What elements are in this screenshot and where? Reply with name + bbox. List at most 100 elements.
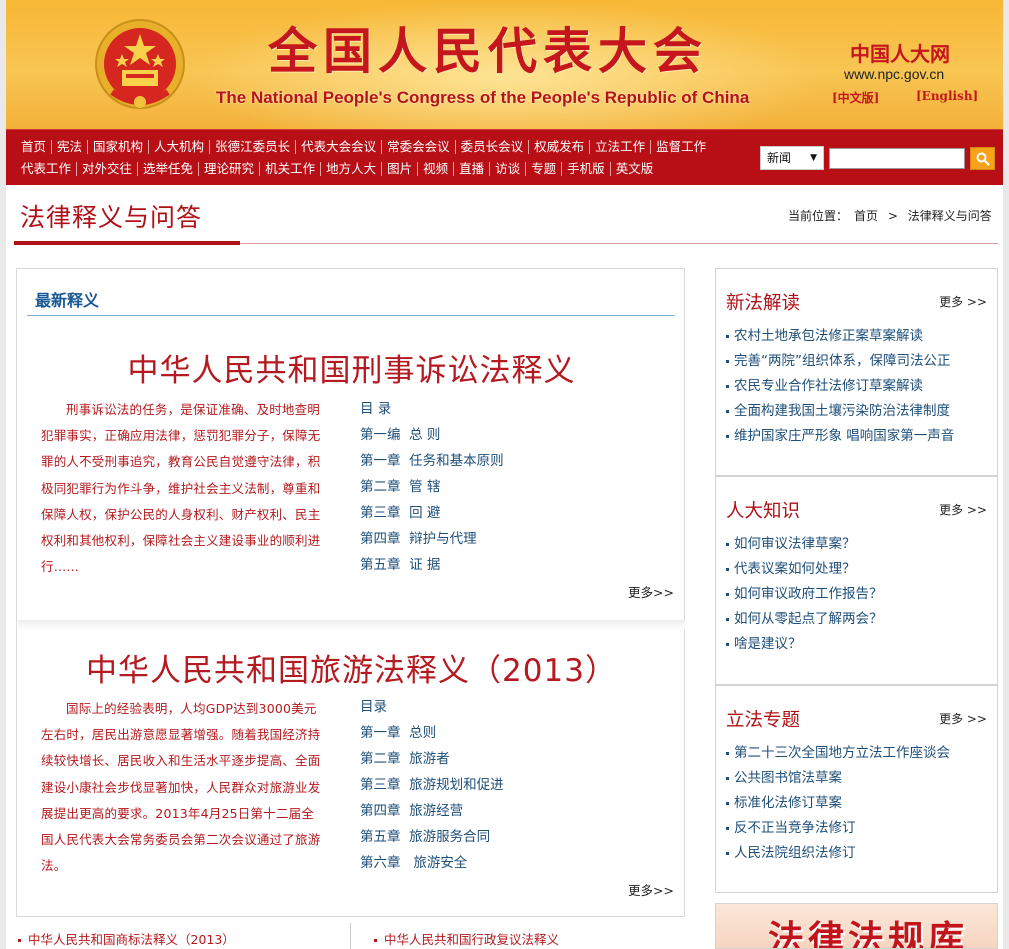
nav-item[interactable]: 宪法 <box>51 140 87 154</box>
bullet-icon <box>726 542 729 546</box>
nav-item[interactable]: 代表工作 <box>16 162 76 176</box>
sidebar-list-item[interactable]: 啥是建议？ <box>726 632 991 657</box>
npc-url[interactable]: www.npc.gov.cn <box>844 66 944 82</box>
search-category-select[interactable]: 新闻 ▼ <box>760 146 824 170</box>
nav-row-2: 代表工作 对外交往 选举任免 理论研究 机关工作 地方人大 图片 视频 直播 访谈 专题 手机版 英文版 <box>16 162 658 176</box>
nav-item[interactable]: 国家机构 <box>87 140 148 154</box>
toc-item[interactable]: 第四章 辩护与代理 <box>360 526 660 552</box>
nav-item[interactable]: 权威发布 <box>528 140 589 154</box>
more-link[interactable]: 更多>> <box>628 880 674 899</box>
nav-item[interactable]: 委员长会议 <box>454 140 529 154</box>
list-item[interactable]: 中华人民共和国行政复议法释义 <box>374 929 559 948</box>
sidebar-list-label: 维护国家庄严形象 唱响国家第一声音 <box>734 428 955 444</box>
nav-item[interactable]: 代表大会会议 <box>295 140 381 154</box>
toc-item[interactable]: 第五章 证 据 <box>360 552 660 578</box>
list-item-label: 中华人民共和国商标法释义（2013） <box>28 932 235 947</box>
nav-item[interactable]: 对外交往 <box>76 162 137 176</box>
sidebar-list: 农村土地承包法修正案草案解读 完善“两院”组织体系，保障司法公正 农民专业合作社… <box>726 324 991 449</box>
nav-item[interactable]: 首页 <box>16 140 51 154</box>
search-button[interactable] <box>970 147 995 170</box>
sidebar-list-item[interactable]: 维护国家庄严形象 唱响国家第一声音 <box>726 424 991 449</box>
sidebar-list: 如何审议法律草案？ 代表议案如何处理？ 如何审议政府工作报告？ 如何从零起点了解… <box>726 532 991 657</box>
nav-item[interactable]: 人大机构 <box>148 140 209 154</box>
list-item[interactable]: 中华人民共和国商标法释义（2013） <box>18 929 235 948</box>
law-title[interactable]: 中华人民共和国旅游法释义（2013） <box>17 645 686 690</box>
sidebar-list-label: 完善“两院”组织体系，保障司法公正 <box>734 353 951 369</box>
sidebar-list-item[interactable]: 农村土地承包法修正案草案解读 <box>726 324 991 349</box>
nav-item[interactable]: 地方人大 <box>320 162 381 176</box>
sidebar-list-item[interactable]: 人民法院组织法修订 <box>726 841 991 866</box>
toc-item[interactable]: 第二章 管 辖 <box>360 474 660 500</box>
more-link[interactable]: 更多>> <box>628 582 674 601</box>
bottom-law-list: 中华人民共和国商标法释义（2013） 中华人民共和国行政复议法释义 <box>16 923 685 949</box>
law-intro: 国际上的经验表明，人均GDP达到3000美元左右时，居民出游意愿显著增强。随着我… <box>41 701 321 874</box>
toc-item[interactable]: 第一编 总 则 <box>360 422 660 448</box>
bullet-icon <box>18 939 21 942</box>
site-header: 全国人民代表大会 The National People's Congress … <box>6 0 1003 129</box>
nav-item[interactable]: 立法工作 <box>589 140 650 154</box>
law-separator <box>18 620 685 630</box>
sidebar-list-item[interactable]: 如何审议法律草案？ <box>726 532 991 557</box>
toc-item[interactable]: 第六章 旅游安全 <box>360 850 660 876</box>
nav-item[interactable]: 图片 <box>381 162 417 176</box>
law-toc: 目录 第一章 总则 第二章 旅游者 第三章 旅游规划和促进 第四章 旅游经营 第… <box>360 694 660 876</box>
sidebar-box-title: 人大知识 <box>726 501 801 522</box>
nav-item[interactable]: 视频 <box>417 162 453 176</box>
toc-item[interactable]: 第四章 旅游经营 <box>360 798 660 824</box>
sidebar-list-item[interactable]: 代表议案如何处理？ <box>726 557 991 582</box>
nav-item[interactable]: 访谈 <box>489 162 525 176</box>
nav-item[interactable]: 张德江委员长 <box>209 140 295 154</box>
law-title[interactable]: 中华人民共和国刑事诉讼法释义 <box>17 345 686 390</box>
sidebar-list-item[interactable]: 如何从零起点了解两会？ <box>726 607 991 632</box>
sidebar-list-label: 第二十三次全国地方立法工作座谈会 <box>734 745 950 761</box>
breadcrumb-home[interactable]: 首页 <box>854 209 878 223</box>
toc-item[interactable]: 第二章 旅游者 <box>360 746 660 772</box>
bullet-icon <box>726 567 729 571</box>
sidebar-list-label: 全面构建我国土壤污染防治法律制度 <box>734 403 950 419</box>
sidebar-list-item[interactable]: 完善“两院”组织体系，保障司法公正 <box>726 349 991 374</box>
sidebar-list-label: 代表议案如何处理？ <box>734 561 856 577</box>
law-database-banner-text: 法律法规库 <box>768 918 969 949</box>
sidebar-more-link[interactable]: 更多 >> <box>939 293 987 310</box>
national-emblem-icon[interactable] <box>92 14 188 118</box>
nav-item[interactable]: 选举任免 <box>137 162 198 176</box>
bullet-icon <box>374 939 377 942</box>
nav-item[interactable]: 直播 <box>453 162 489 176</box>
search-input[interactable] <box>829 148 965 169</box>
sidebar-list-item[interactable]: 如何审议政府工作报告？ <box>726 582 991 607</box>
nav-item[interactable]: 英文版 <box>609 162 659 176</box>
nav-item[interactable]: 机关工作 <box>259 162 320 176</box>
toc-item[interactable]: 第三章 旅游规划和促进 <box>360 772 660 798</box>
sidebar-more-link[interactable]: 更多 >> <box>939 710 987 727</box>
law-database-banner[interactable]: 法律法规库 <box>715 903 998 949</box>
bullet-icon <box>726 776 729 780</box>
toc-item[interactable]: 第五章 旅游服务合同 <box>360 824 660 850</box>
law-toc: 目 录 第一编 总 则 第一章 任务和基本原则 第二章 管 辖 第三章 回 避 … <box>360 396 660 578</box>
toc-item[interactable]: 第一章 总则 <box>360 720 660 746</box>
sidebar-list-item[interactable]: 反不正当竞争法修订 <box>726 816 991 841</box>
nav-item[interactable]: 专题 <box>525 162 561 176</box>
sidebar-more-link[interactable]: 更多 >> <box>939 501 987 518</box>
english-version-link[interactable]: [English] <box>916 89 978 103</box>
bullet-icon <box>726 642 729 646</box>
nav-item[interactable]: 手机版 <box>561 162 610 176</box>
nav-item[interactable]: 理论研究 <box>198 162 259 176</box>
sidebar-list-item[interactable]: 农民专业合作社法修订草案解读 <box>726 374 991 399</box>
sidebar-box-title: 立法专题 <box>726 710 801 731</box>
sidebar-list-item[interactable]: 公共图书馆法草案 <box>726 766 991 791</box>
toc-item[interactable]: 第三章 回 避 <box>360 500 660 526</box>
nav-item[interactable]: 常委会会议 <box>381 140 455 154</box>
sidebar-list-item[interactable]: 全面构建我国土壤污染防治法律制度 <box>726 399 991 424</box>
toc-item[interactable]: 目 录 <box>360 396 660 422</box>
nav-item[interactable]: 监督工作 <box>650 140 711 154</box>
sidebar-list-item[interactable]: 标准化法修订草案 <box>726 791 991 816</box>
search-area: 新闻 ▼ <box>760 146 996 172</box>
sidebar-list-item[interactable]: 第二十三次全国地方立法工作座谈会 <box>726 741 991 766</box>
npc-logo[interactable]: 中国人大网 <box>850 38 950 67</box>
sidebar-list-label: 如何审议政府工作报告？ <box>734 586 883 602</box>
toc-item[interactable]: 第一章 任务和基本原则 <box>360 448 660 474</box>
chinese-version-link[interactable]: [中文版] <box>832 89 879 106</box>
sidebar-box-title: 新法解读 <box>726 293 801 314</box>
toc-item[interactable]: 目录 <box>360 694 660 720</box>
sidebar-list-label: 人民法院组织法修订 <box>734 845 856 861</box>
